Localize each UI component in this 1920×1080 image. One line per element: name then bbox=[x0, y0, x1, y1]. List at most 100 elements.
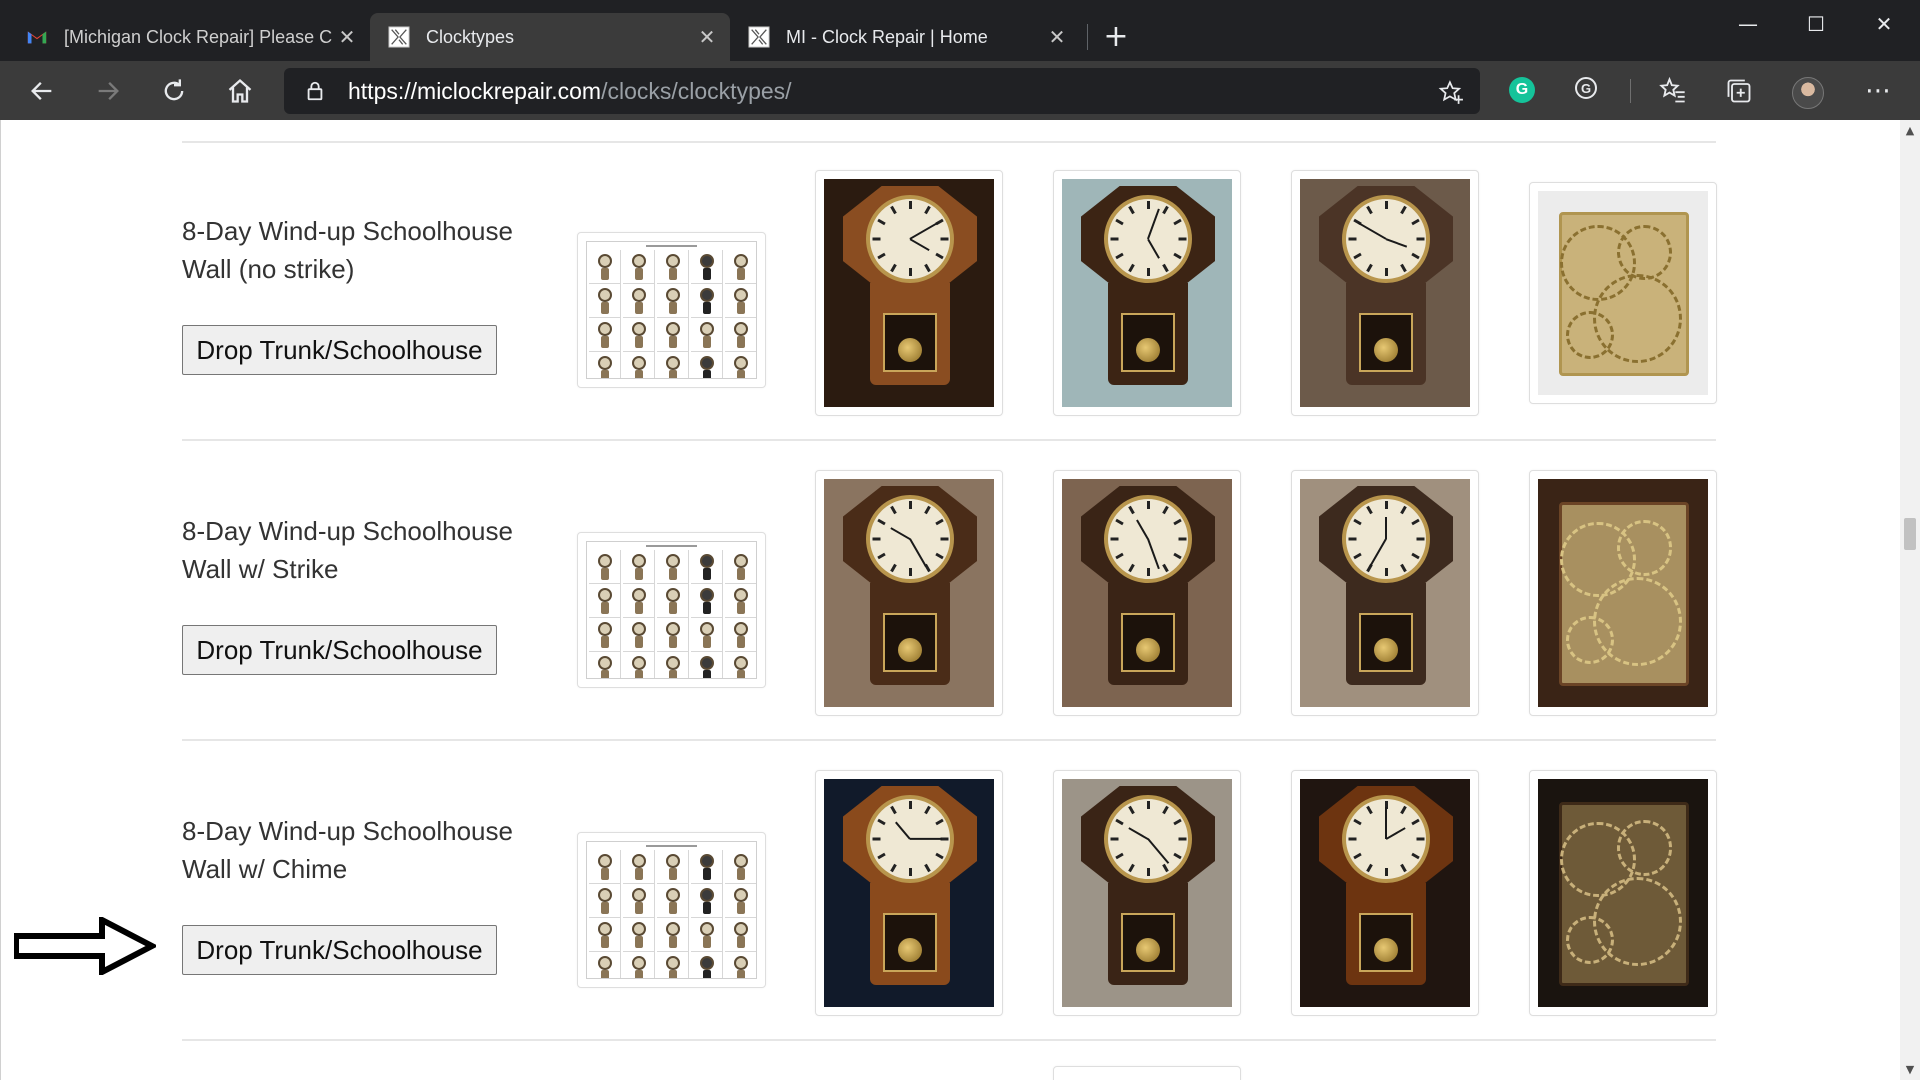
clock-thumbnail[interactable] bbox=[1529, 470, 1717, 716]
clock-face bbox=[598, 956, 612, 970]
favorites-button[interactable] bbox=[1653, 71, 1693, 111]
chart-cell bbox=[691, 618, 723, 652]
chart-cell bbox=[657, 884, 689, 918]
photo-canvas bbox=[824, 179, 994, 407]
clock-thumbnail[interactable] bbox=[1291, 770, 1479, 1016]
clock-body bbox=[703, 936, 711, 948]
clock-thumbnail[interactable] bbox=[1053, 170, 1241, 416]
clock-body bbox=[669, 868, 677, 880]
page-scrollbar[interactable]: ▲ ▼ bbox=[1900, 120, 1920, 1080]
extension-g-icon[interactable]: G bbox=[1575, 77, 1597, 99]
clock-face bbox=[734, 554, 748, 568]
gear bbox=[1617, 820, 1673, 876]
hour-mark bbox=[872, 537, 881, 541]
row-divider bbox=[182, 439, 1716, 441]
clock-face bbox=[734, 888, 748, 902]
scroll-up-arrow-icon[interactable]: ▲ bbox=[1900, 124, 1920, 137]
chart-cell bbox=[691, 918, 723, 952]
hour-mark bbox=[909, 868, 912, 877]
clock-face bbox=[598, 356, 612, 370]
clock-body bbox=[635, 936, 643, 948]
chart-cell bbox=[657, 250, 689, 284]
hour-mark bbox=[1110, 537, 1119, 541]
clock-face bbox=[734, 288, 748, 302]
chart-cell bbox=[691, 352, 723, 378]
clock-body bbox=[635, 670, 643, 678]
lock-icon[interactable] bbox=[304, 80, 326, 102]
clock-body bbox=[737, 936, 745, 948]
clock-face bbox=[632, 288, 646, 302]
browser-tab-bar: [Michigan Clock Repair] Please C ✕ Clock… bbox=[0, 0, 1920, 61]
clock-body bbox=[669, 936, 677, 948]
tab-title: Clocktypes bbox=[426, 26, 515, 47]
photo-canvas bbox=[1538, 779, 1708, 1007]
new-tab-button[interactable]: + bbox=[1098, 20, 1134, 56]
hour-mark bbox=[1385, 268, 1388, 277]
url-host: https://miclockrepair.com bbox=[348, 78, 602, 104]
profile-avatar[interactable] bbox=[1792, 77, 1824, 109]
tab-gmail[interactable]: [Michigan Clock Repair] Please C ✕ bbox=[8, 13, 370, 61]
photo-canvas bbox=[1062, 479, 1232, 707]
drop-trunk-schoolhouse-button[interactable]: Drop Trunk/Schoolhouse bbox=[182, 325, 497, 375]
collections-icon bbox=[1727, 79, 1751, 103]
url-text[interactable]: https://miclockrepair.com/clocks/clockty… bbox=[348, 68, 792, 114]
clock-body bbox=[703, 602, 711, 614]
tab-close-icon[interactable]: ✕ bbox=[692, 25, 722, 50]
refresh-button[interactable] bbox=[154, 71, 194, 111]
gear bbox=[1565, 615, 1614, 665]
clock-thumbnail[interactable] bbox=[815, 470, 1003, 716]
drop-trunk-schoolhouse-button[interactable]: Drop Trunk/Schoolhouse bbox=[182, 625, 497, 675]
clock-chart-thumbnail[interactable] bbox=[577, 832, 766, 988]
hour-mark bbox=[1147, 568, 1150, 577]
gear bbox=[1565, 311, 1614, 360]
tab-close-icon[interactable]: ✕ bbox=[1042, 25, 1072, 50]
clock-thumbnail[interactable] bbox=[815, 170, 1003, 416]
hour-mark bbox=[1348, 537, 1357, 541]
address-bar[interactable]: https://miclockrepair.com/clocks/clockty… bbox=[284, 68, 1480, 114]
clock-photo bbox=[824, 479, 994, 707]
hour-mark bbox=[1348, 237, 1357, 241]
chart-cell bbox=[589, 318, 621, 352]
clock-face bbox=[734, 656, 748, 670]
scrollbar-thumb[interactable] bbox=[1904, 518, 1916, 550]
forward-icon bbox=[98, 82, 119, 100]
clock-chart-thumbnail[interactable] bbox=[577, 532, 766, 688]
clock-thumbnail[interactable] bbox=[1053, 470, 1241, 716]
clock-thumbnail[interactable] bbox=[1291, 170, 1479, 416]
maximize-button[interactable]: ☐ bbox=[1784, 8, 1848, 40]
clock-chart-thumbnail[interactable] bbox=[577, 232, 766, 388]
clock-body bbox=[601, 936, 609, 948]
forward-button[interactable] bbox=[88, 71, 128, 111]
clock-body bbox=[669, 370, 677, 378]
back-button[interactable] bbox=[22, 71, 62, 111]
add-favorite-icon[interactable] bbox=[1438, 79, 1464, 105]
chart-cell bbox=[725, 850, 756, 884]
hour-mark bbox=[1385, 868, 1388, 877]
more-button[interactable]: ⋯ bbox=[1858, 71, 1898, 111]
clock-thumbnail[interactable] bbox=[815, 770, 1003, 1016]
clock-photo bbox=[1300, 779, 1470, 1007]
tab-close-icon[interactable]: ✕ bbox=[332, 25, 362, 50]
clock-body bbox=[703, 902, 711, 914]
clock-face bbox=[598, 622, 612, 636]
tab-clocktypes[interactable]: Clocktypes ✕ bbox=[370, 13, 730, 61]
clock-thumbnail[interactable] bbox=[1291, 470, 1479, 716]
window-close-button[interactable]: ✕ bbox=[1852, 8, 1916, 40]
chart-cell bbox=[657, 652, 689, 678]
clock-thumbnail[interactable] bbox=[1053, 1066, 1241, 1080]
clock-thumbnail[interactable] bbox=[1529, 770, 1717, 1016]
collections-button[interactable] bbox=[1719, 71, 1759, 111]
clock-photo bbox=[1538, 779, 1708, 1007]
grammarly-icon[interactable]: G bbox=[1509, 77, 1535, 103]
scroll-down-arrow-icon[interactable]: ▼ bbox=[1900, 1063, 1920, 1076]
clock-thumbnail[interactable] bbox=[1053, 770, 1241, 1016]
clock-face bbox=[700, 888, 714, 902]
row-divider bbox=[182, 739, 1716, 741]
clock-body bbox=[703, 970, 711, 978]
tab-home[interactable]: MI - Clock Repair | Home ✕ bbox=[730, 13, 1080, 61]
home-button[interactable] bbox=[220, 71, 260, 111]
minimize-button[interactable]: — bbox=[1716, 8, 1780, 40]
chart-cell bbox=[589, 850, 621, 884]
drop-trunk-schoolhouse-button[interactable]: Drop Trunk/Schoolhouse bbox=[182, 925, 497, 975]
clock-thumbnail[interactable] bbox=[1529, 182, 1717, 404]
